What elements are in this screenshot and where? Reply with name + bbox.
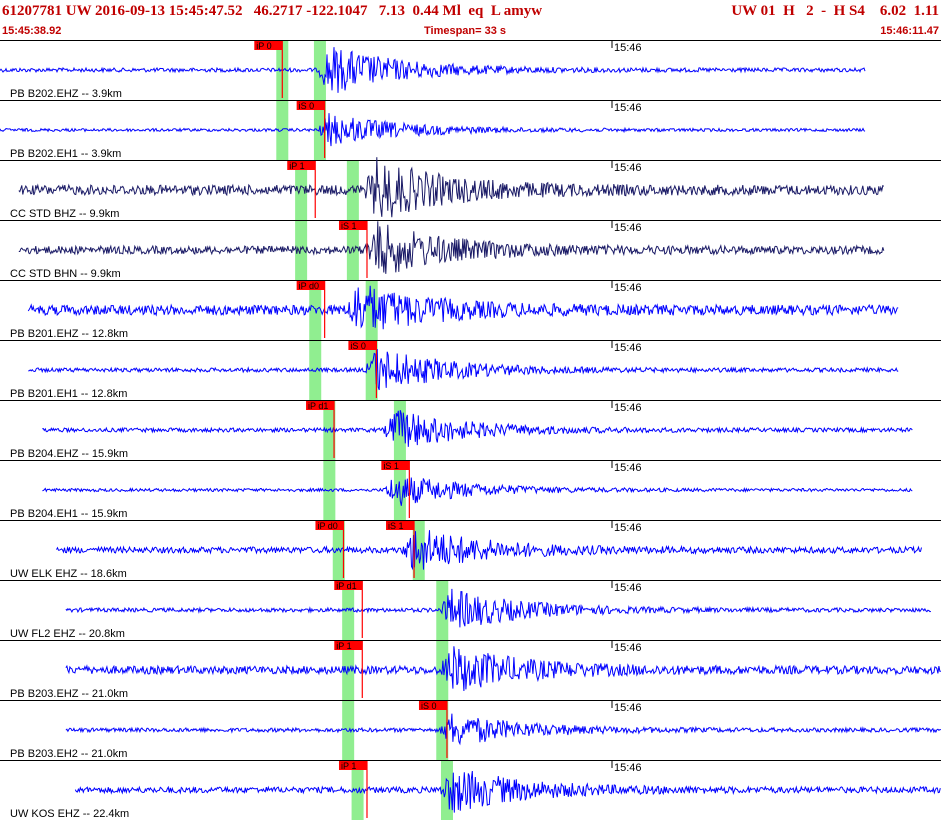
- trace-panel: 15:46 iS 1 CC STD BHN -- 9.9km: [0, 220, 941, 280]
- station-label: CC STD BHZ -- 9.9km: [10, 208, 119, 220]
- minute-label: 15:46: [614, 522, 642, 534]
- event-title: 61207781 UW 2016-09-13 15:45:47.52 46.27…: [2, 3, 543, 19]
- pick-label: iS 0: [421, 701, 437, 711]
- minute-label: 15:46: [614, 342, 642, 354]
- end-time: 15:46:11.47: [880, 25, 939, 37]
- trace-panel: 15:46 iS 0 PB B202.EH1 -- 3.9km: [0, 100, 941, 160]
- minute-label: 15:46: [614, 702, 642, 714]
- station-label: UW KOS EHZ -- 22.4km: [10, 808, 129, 820]
- waveform-trace: [27, 285, 899, 330]
- minute-label: 15:46: [614, 642, 642, 654]
- minute-label: 15:46: [614, 462, 642, 474]
- minute-label: 15:46: [614, 222, 642, 234]
- waveform-trace: [56, 530, 922, 571]
- start-time: 15:45:38.92: [2, 25, 62, 37]
- station-label: PB B201.EHZ -- 12.8km: [10, 328, 128, 340]
- station-label: UW ELK EHZ -- 18.6km: [10, 568, 127, 580]
- minute-label: 15:46: [614, 102, 642, 114]
- event-title-right: UW 01 H 2 - H S4 6.02 1.11: [731, 3, 939, 19]
- pick-label: iP 1: [289, 161, 304, 171]
- pick-label: iS 1: [383, 461, 399, 471]
- pick-label: iS 0: [299, 101, 315, 111]
- trace-panel: 15:46 iP 1 PB B203.EHZ -- 21.0km: [0, 640, 941, 700]
- station-label: PB B202.EH1 -- 3.9km: [10, 148, 121, 160]
- arrival-window: [313, 40, 326, 100]
- pick-label: iP d1: [336, 581, 356, 591]
- timespan: Timespan= 33 s: [424, 25, 507, 37]
- minute-label: 15:46: [614, 762, 642, 774]
- station-label: CC STD BHN -- 9.9km: [10, 268, 121, 280]
- trace-panel: 15:46 iP d0 iS 1 UW ELK EHZ -- 18.6km: [0, 520, 941, 580]
- waveform-trace: [65, 588, 931, 628]
- pick-label: iS 1: [341, 221, 357, 231]
- trace-panel: 15:46 iP 0 PB B202.EHZ -- 3.9km: [0, 40, 941, 100]
- pick-label: iP d0: [317, 521, 337, 531]
- pick-label: iS 1: [388, 521, 404, 531]
- trace-panel: 15:46 iS 0 PB B201.EH1 -- 12.8km: [0, 340, 941, 400]
- pick-label: iP 0: [256, 41, 271, 51]
- pick-label: iP d0: [299, 281, 319, 291]
- event-header: 61207781 UW 2016-09-13 15:45:47.52 46.27…: [0, 0, 941, 40]
- trace-panel: 15:46 iP d1 PB B204.EHZ -- 15.9km: [0, 400, 941, 460]
- pick-label: iP 1: [336, 641, 351, 651]
- minute-label: 15:46: [614, 162, 642, 174]
- station-label: PB B203.EH2 -- 21.0km: [10, 748, 127, 760]
- minute-label: 15:46: [614, 582, 642, 594]
- trace-panel: 15:46 iS 0 PB B203.EH2 -- 21.0km: [0, 700, 941, 760]
- pick-label: iP 1: [341, 761, 356, 771]
- station-label: PB B201.EH1 -- 12.8km: [10, 388, 127, 400]
- trace-panel: 15:46 iP 1 CC STD BHZ -- 9.9km: [0, 157, 941, 220]
- station-label: PB B203.EHZ -- 21.0km: [10, 688, 128, 700]
- trace-panel: 15:46 iP d1 UW FL2 EHZ -- 20.8km: [0, 580, 941, 640]
- pick-label: iP d1: [308, 401, 328, 411]
- waveform-trace: [65, 713, 941, 746]
- waveform-trace: [18, 221, 885, 274]
- trace-panel: 15:46 iP 1 UW KOS EHZ -- 22.4km: [0, 760, 941, 820]
- station-label: UW FL2 EHZ -- 20.8km: [10, 628, 125, 640]
- minute-label: 15:46: [614, 282, 642, 294]
- pick-label: iS 0: [350, 341, 366, 351]
- waveform-trace: [42, 410, 913, 447]
- minute-label: 15:46: [614, 402, 642, 414]
- waveform-trace: [74, 770, 941, 813]
- minute-label: 15:46: [614, 42, 642, 54]
- station-label: PB B204.EHZ -- 15.9km: [10, 448, 128, 460]
- trace-panel: 15:46 iS 1 PB B204.EH1 -- 15.9km: [0, 460, 941, 520]
- station-label: PB B202.EHZ -- 3.9km: [10, 88, 122, 100]
- waveform-trace: [18, 157, 885, 218]
- waveform-trace: [0, 113, 866, 147]
- waveform-trace: [42, 477, 913, 506]
- seismogram-plot[interactable]: 15:46 iP 0 PB B202.EHZ -- 3.9km 15:46 iS 0 PB…: [0, 40, 941, 820]
- trace-panel: 15:46 iP d0 PB B201.EHZ -- 12.8km: [0, 280, 941, 340]
- waveform-trace: [0, 47, 866, 93]
- waveform-trace: [28, 348, 899, 391]
- arrival-window: [295, 220, 308, 280]
- station-label: PB B204.EH1 -- 15.9km: [10, 508, 127, 520]
- waveform-trace: [65, 646, 941, 692]
